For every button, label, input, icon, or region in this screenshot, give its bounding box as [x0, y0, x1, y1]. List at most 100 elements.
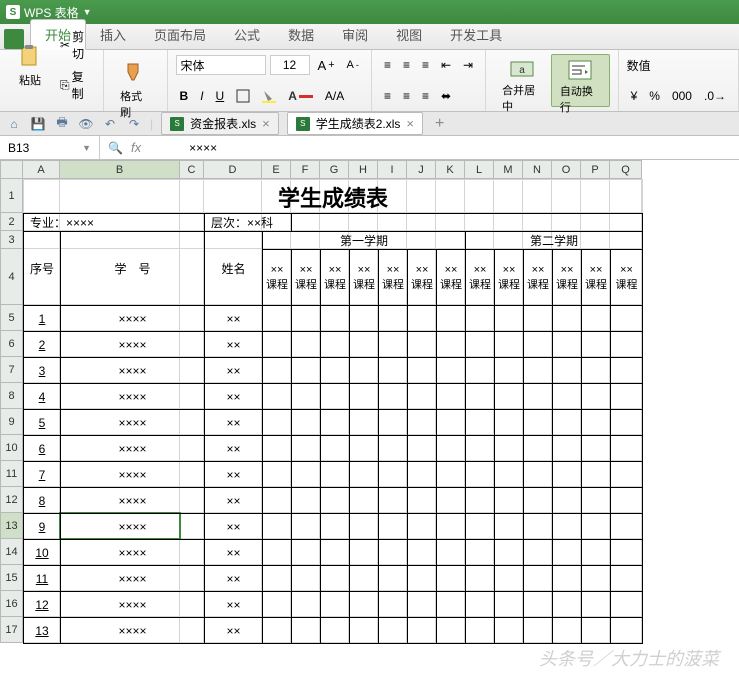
cell-score[interactable] [582, 592, 611, 618]
tab-review[interactable]: 审阅 [328, 20, 382, 49]
cell-score[interactable] [263, 436, 292, 462]
cell-score[interactable] [437, 384, 466, 410]
cell-score[interactable] [263, 332, 292, 358]
cell-seq[interactable]: 2 [24, 332, 61, 358]
col-header-G[interactable]: G [320, 161, 349, 179]
undo-icon[interactable]: ↶ [102, 116, 118, 132]
cell-seq[interactable]: 10 [24, 540, 61, 566]
cell-score[interactable] [553, 436, 582, 462]
increase-font-button[interactable]: A+ [314, 56, 339, 75]
cell-score[interactable] [495, 540, 524, 566]
app-dropdown-icon[interactable]: ▼ [83, 7, 92, 17]
cell-score[interactable] [495, 514, 524, 540]
cell-score[interactable] [524, 436, 553, 462]
row-header-8[interactable]: 8 [1, 383, 23, 409]
cell-score[interactable] [263, 384, 292, 410]
chevron-down-icon[interactable]: ▼ [82, 143, 91, 153]
cell-score[interactable] [379, 410, 408, 436]
cell-seq[interactable]: 8 [24, 488, 61, 514]
cell-score[interactable] [495, 358, 524, 384]
cell-score[interactable] [582, 410, 611, 436]
cell-seq[interactable]: 1 [24, 306, 61, 332]
col-header-N[interactable]: N [523, 161, 552, 179]
cell-name[interactable]: ×× [205, 488, 263, 514]
cell-score[interactable] [292, 618, 321, 644]
cell-score[interactable] [350, 540, 379, 566]
cell-student-id[interactable]: ×××× [61, 436, 205, 462]
cell-name[interactable]: ×× [205, 436, 263, 462]
cell-score[interactable] [553, 488, 582, 514]
cell-seq[interactable]: 13 [24, 618, 61, 644]
cell-name[interactable]: ×× [205, 410, 263, 436]
save-icon[interactable]: 💾 [30, 116, 46, 132]
cell-score[interactable] [524, 514, 553, 540]
cell-score[interactable] [611, 566, 643, 592]
cell-seq[interactable]: 3 [24, 358, 61, 384]
cell-score[interactable] [553, 306, 582, 332]
cell-score[interactable] [611, 306, 643, 332]
border-button[interactable] [232, 87, 254, 105]
font-family-select[interactable] [176, 55, 266, 75]
cell-seq[interactable]: 6 [24, 436, 61, 462]
cell-score[interactable] [611, 514, 643, 540]
cell-score[interactable] [263, 306, 292, 332]
cell-score[interactable] [495, 618, 524, 644]
cell-score[interactable] [582, 488, 611, 514]
bold-button[interactable]: B [176, 87, 193, 105]
cell-score[interactable] [408, 410, 437, 436]
cell-score[interactable] [437, 540, 466, 566]
cell-score[interactable] [321, 410, 350, 436]
cell-score[interactable] [611, 436, 643, 462]
cell-score[interactable] [611, 384, 643, 410]
cell-score[interactable] [582, 332, 611, 358]
search-icon[interactable]: 🔍 [108, 141, 123, 155]
cell-name[interactable]: ×× [205, 618, 263, 644]
font-color-button[interactable]: A [284, 87, 317, 105]
cell-score[interactable] [553, 462, 582, 488]
cell-score[interactable] [553, 358, 582, 384]
cell-name[interactable]: ×× [205, 592, 263, 618]
fx-icon[interactable]: fx [131, 140, 141, 155]
percent-button[interactable]: % [645, 87, 664, 105]
cell-score[interactable] [292, 592, 321, 618]
cell-score[interactable] [437, 358, 466, 384]
row-header-12[interactable]: 12 [1, 487, 23, 513]
cell-score[interactable] [553, 332, 582, 358]
cell-score[interactable] [292, 488, 321, 514]
cell-student-id[interactable]: ×××× [61, 384, 205, 410]
cell-score[interactable] [292, 410, 321, 436]
cell-score[interactable] [408, 384, 437, 410]
col-header-O[interactable]: O [552, 161, 581, 179]
cell-student-id[interactable]: ×××× [61, 566, 205, 592]
cell-score[interactable] [553, 540, 582, 566]
comma-button[interactable]: 000 [668, 87, 696, 105]
tab-data[interactable]: 数据 [274, 20, 328, 49]
cell-score[interactable] [524, 592, 553, 618]
cell-seq[interactable]: 5 [24, 410, 61, 436]
decimal-inc-button[interactable]: .0→ [700, 87, 730, 105]
name-box[interactable]: B13 ▼ [0, 136, 100, 159]
row-header-16[interactable]: 16 [1, 591, 23, 617]
cell-score[interactable] [611, 618, 643, 644]
cell-score[interactable] [408, 618, 437, 644]
cut-button[interactable]: ✂剪切 [56, 26, 95, 64]
cell-score[interactable] [582, 540, 611, 566]
cell-score[interactable] [379, 566, 408, 592]
cell-score[interactable] [524, 306, 553, 332]
print-icon[interactable]: 🖶 [54, 116, 70, 132]
cell-score[interactable] [437, 462, 466, 488]
cell-score[interactable] [379, 306, 408, 332]
col-header-Q[interactable]: Q [610, 161, 642, 179]
cell-name[interactable]: ×× [205, 384, 263, 410]
cell-score[interactable] [466, 358, 495, 384]
cell-score[interactable] [611, 540, 643, 566]
cell-score[interactable] [292, 332, 321, 358]
currency-button[interactable]: ¥ [627, 87, 642, 105]
cell-score[interactable] [466, 462, 495, 488]
cell-score[interactable] [408, 514, 437, 540]
col-header-J[interactable]: J [407, 161, 436, 179]
row-header-7[interactable]: 7 [1, 357, 23, 383]
cell-score[interactable] [292, 384, 321, 410]
col-header-C[interactable]: C [180, 161, 204, 179]
cell-score[interactable] [408, 566, 437, 592]
